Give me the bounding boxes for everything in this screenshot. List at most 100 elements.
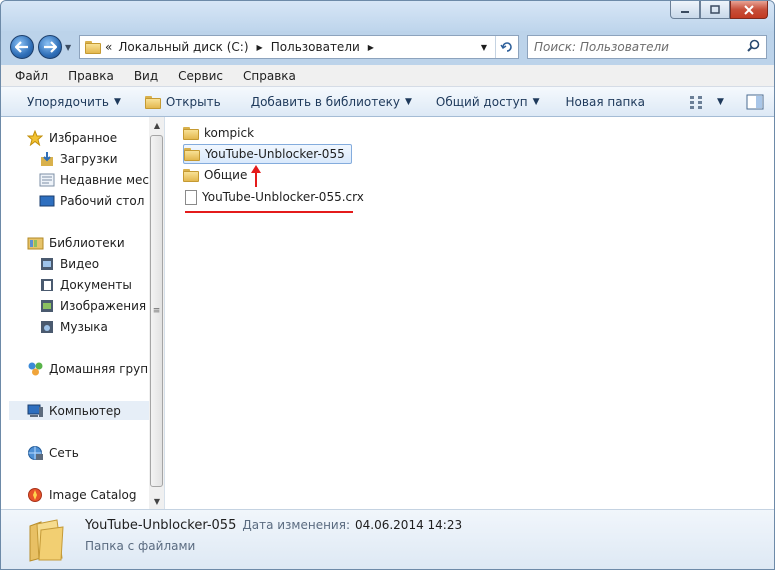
folder-icon xyxy=(184,147,200,161)
share-label: Общий доступ xyxy=(435,94,528,109)
nav-image-catalog-label: Image Catalog xyxy=(49,487,137,502)
annotation-underline xyxy=(185,211,353,213)
open-label: Открыть xyxy=(165,94,221,109)
file-name: YouTube-Unblocker-055.crx xyxy=(202,190,364,204)
menu-file[interactable]: Файл xyxy=(11,67,52,85)
file-item-crx[interactable]: YouTube-Unblocker-055.crx xyxy=(183,187,370,207)
share-button[interactable]: Общий доступ ▼ xyxy=(430,95,546,109)
menu-help[interactable]: Справка xyxy=(239,67,300,85)
back-arrow-icon xyxy=(15,41,28,53)
nav-scrollbar[interactable]: ▲ ≡ ▼ xyxy=(149,117,164,509)
file-item-kompick[interactable]: kompick xyxy=(183,123,260,143)
large-folder-icon xyxy=(29,519,64,562)
nav-network[interactable]: Сеть xyxy=(27,443,79,462)
breadcrumb-separator-icon[interactable]: ▶ xyxy=(368,43,374,52)
recent-pages-dropdown[interactable]: ▼ xyxy=(65,43,71,52)
nav-music[interactable]: Музыка xyxy=(39,317,108,336)
close-button[interactable] xyxy=(730,1,768,19)
video-icon xyxy=(41,257,53,270)
file-name: kompick xyxy=(204,126,255,140)
nav-downloads-label: Загрузки xyxy=(60,151,118,166)
minimize-button[interactable] xyxy=(670,1,700,19)
nav-favorites[interactable]: Избранное xyxy=(27,128,117,147)
view-options-button[interactable]: ▼ xyxy=(683,95,730,109)
address-bar[interactable]: « Локальный диск (C:) ▶ Пользователи ▶ ▼ xyxy=(79,35,519,59)
content-area: Избранное Загрузки Недавние места Рабочи… xyxy=(1,117,774,509)
organize-label: Упорядочить xyxy=(27,94,109,109)
details-modified-value: 04.06.2014 14:23 xyxy=(355,518,463,532)
file-name: Общие xyxy=(204,168,248,182)
nav-images-label: Изображения xyxy=(60,298,147,313)
close-icon xyxy=(744,4,754,15)
refresh-icon xyxy=(500,42,512,52)
maximize-icon xyxy=(710,5,720,14)
nav-desktop-label: Рабочий стол xyxy=(60,193,145,208)
locked-folder-icon xyxy=(183,126,199,140)
menu-edit[interactable]: Правка xyxy=(64,67,118,85)
add-to-library-button[interactable]: Добавить в библиотеку ▼ xyxy=(245,95,418,109)
image-catalog-icon xyxy=(28,487,42,502)
search-input[interactable]: Поиск: Пользователи xyxy=(527,35,767,59)
nav-recent-places[interactable]: Недавние места xyxy=(39,170,163,189)
folder-icon xyxy=(183,168,199,182)
images-icon xyxy=(41,299,53,312)
details-pane: YouTube-Unblocker-055 Дата изменения: 04… xyxy=(1,509,774,569)
scroll-up-icon[interactable]: ▲ xyxy=(149,117,164,133)
nav-homegroup-label: Домашняя группа xyxy=(49,361,164,376)
file-item-shared[interactable]: Общие xyxy=(183,165,253,185)
maximize-button[interactable] xyxy=(700,1,730,19)
nav-music-label: Музыка xyxy=(60,319,108,334)
preview-pane-button[interactable] xyxy=(740,94,770,110)
nav-images[interactable]: Изображения xyxy=(39,296,146,315)
nav-computer[interactable]: Компьютер xyxy=(9,401,149,420)
refresh-button[interactable] xyxy=(495,36,518,58)
nav-homegroup[interactable]: Домашняя группа xyxy=(27,359,163,378)
search-icon[interactable] xyxy=(747,39,760,55)
new-folder-label: Новая папка xyxy=(565,94,646,109)
nav-documents[interactable]: Документы xyxy=(39,275,132,294)
nav-libraries-label: Библиотеки xyxy=(49,235,125,250)
breadcrumb-separator-icon[interactable]: ▶ xyxy=(257,43,263,52)
scroll-thumb[interactable]: ≡ xyxy=(150,135,163,487)
details-file-name: YouTube-Unblocker-055 xyxy=(85,518,237,533)
nav-image-catalog[interactable]: Image Catalog xyxy=(27,485,136,504)
scroll-down-icon[interactable]: ▼ xyxy=(149,493,164,509)
menu-tools[interactable]: Сервис xyxy=(174,67,227,85)
downloads-icon xyxy=(41,151,53,166)
desktop-icon xyxy=(39,195,55,206)
chevron-down-icon: ▼ xyxy=(717,96,724,107)
breadcrumb-users[interactable]: Пользователи xyxy=(271,40,360,54)
libraries-icon xyxy=(27,237,44,249)
folder-icon xyxy=(85,40,101,54)
caption-buttons xyxy=(670,1,768,19)
file-item-youtube-unblocker-folder[interactable]: YouTube-Unblocker-055 xyxy=(183,144,352,164)
address-row: ▼ « Локальный диск (C:) ▶ Пользователи ▶… xyxy=(1,31,774,63)
nav-libraries[interactable]: Библиотеки xyxy=(27,233,125,252)
breadcrumb-local-disk[interactable]: Локальный диск (C:) xyxy=(118,40,248,54)
chevron-down-icon: ▼ xyxy=(113,96,121,107)
music-icon xyxy=(41,320,53,333)
command-bar: Упорядочить ▼ Открыть Добавить в библиот… xyxy=(1,87,774,117)
open-button[interactable]: Открыть xyxy=(139,95,227,109)
address-chevron[interactable]: « xyxy=(105,40,112,54)
document-icon xyxy=(185,189,197,205)
star-icon xyxy=(27,129,43,146)
chevron-down-icon: ▼ xyxy=(532,96,540,107)
computer-icon xyxy=(27,404,43,417)
nav-video[interactable]: Видео xyxy=(39,254,99,273)
forward-button[interactable] xyxy=(38,35,62,59)
back-button[interactable] xyxy=(10,35,34,59)
nav-desktop[interactable]: Рабочий стол xyxy=(39,191,144,210)
open-folder-icon xyxy=(144,95,161,109)
file-list: kompick YouTube-Unblocker-055 Общие YouT… xyxy=(169,117,774,509)
nav-recent-label: Недавние места xyxy=(60,172,164,187)
details-file-type: Папка с файлами xyxy=(85,539,196,553)
address-history-dropdown[interactable]: ▼ xyxy=(481,43,487,52)
menu-bar: Файл Правка Вид Сервис Справка xyxy=(1,65,774,87)
details-modified-label: Дата изменения: xyxy=(242,518,350,532)
recent-places-icon xyxy=(39,173,55,186)
organize-button[interactable]: Упорядочить ▼ xyxy=(21,95,127,109)
nav-downloads[interactable]: Загрузки xyxy=(39,149,118,168)
menu-view[interactable]: Вид xyxy=(130,67,162,85)
new-folder-button[interactable]: Новая папка xyxy=(560,95,651,109)
